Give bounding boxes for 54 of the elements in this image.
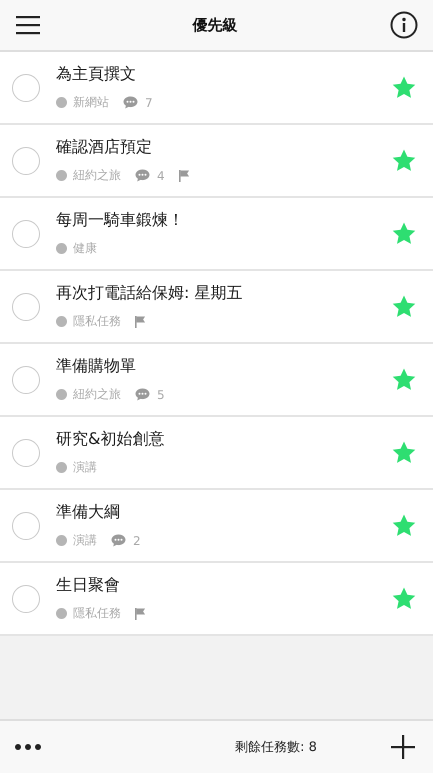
project-dot-icon — [56, 535, 67, 546]
star-icon[interactable] — [392, 368, 416, 391]
checkbox[interactable] — [12, 366, 40, 394]
task-title: 每周一騎車鍛煉！ — [56, 210, 185, 231]
project-dot-icon — [56, 170, 67, 181]
star-icon[interactable] — [392, 441, 416, 464]
project-dot-icon — [56, 243, 67, 254]
checkbox[interactable] — [12, 438, 40, 466]
comment-count: 4 — [157, 168, 165, 182]
menu-icon[interactable] — [16, 15, 40, 35]
checkbox[interactable] — [12, 292, 40, 320]
comment-icon — [111, 534, 126, 547]
project-label: 隱私任務 — [73, 605, 121, 622]
star-icon[interactable] — [392, 295, 416, 318]
checkbox[interactable] — [12, 74, 40, 102]
project-dot-icon — [56, 462, 67, 473]
comment-count: 7 — [145, 96, 153, 110]
task-title: 確認酒店預定 — [56, 137, 153, 158]
project-label: 演講 — [73, 532, 97, 549]
comment-icon — [135, 169, 150, 182]
comment-icon — [123, 96, 138, 109]
task-title: 為主頁撰文 — [56, 64, 137, 85]
project-label: 紐約之旅 — [73, 386, 121, 403]
star-icon[interactable] — [392, 587, 416, 610]
window-title: 優先級 — [192, 16, 238, 34]
task-title: 研究&初始創意 — [56, 429, 166, 450]
info-icon[interactable] — [390, 11, 418, 39]
star-icon[interactable] — [392, 514, 416, 537]
add-icon[interactable] — [390, 735, 415, 759]
project-dot-icon — [56, 389, 67, 400]
star-icon[interactable] — [392, 149, 416, 172]
checkbox[interactable] — [12, 220, 40, 248]
project-label: 紐約之旅 — [73, 167, 121, 184]
star-icon[interactable] — [392, 76, 416, 99]
task-title: 準備大綱 — [56, 502, 121, 523]
comment-count: 5 — [157, 388, 165, 402]
project-dot-icon — [56, 316, 67, 327]
project-label: 健康 — [73, 240, 97, 257]
star-icon[interactable] — [392, 222, 416, 245]
comment-icon — [135, 388, 150, 401]
checkbox[interactable] — [12, 512, 40, 540]
project-label: 隱私任務 — [73, 313, 121, 330]
comment-count: 2 — [133, 534, 141, 548]
project-label: 新網站 — [73, 94, 109, 111]
project-dot-icon — [56, 608, 67, 619]
project-dot-icon — [56, 97, 67, 108]
more-icon[interactable] — [15, 744, 41, 750]
project-label: 演講 — [73, 459, 97, 476]
checkbox[interactable] — [12, 146, 40, 174]
task-title: 準備購物單 — [56, 356, 137, 377]
task-title: 生日聚會 — [56, 575, 121, 596]
checkbox[interactable] — [12, 584, 40, 612]
task-title: 再次打電話給保姆: 星期五 — [56, 283, 244, 304]
remaining-count: 剩餘任務數: 8 — [235, 739, 317, 756]
